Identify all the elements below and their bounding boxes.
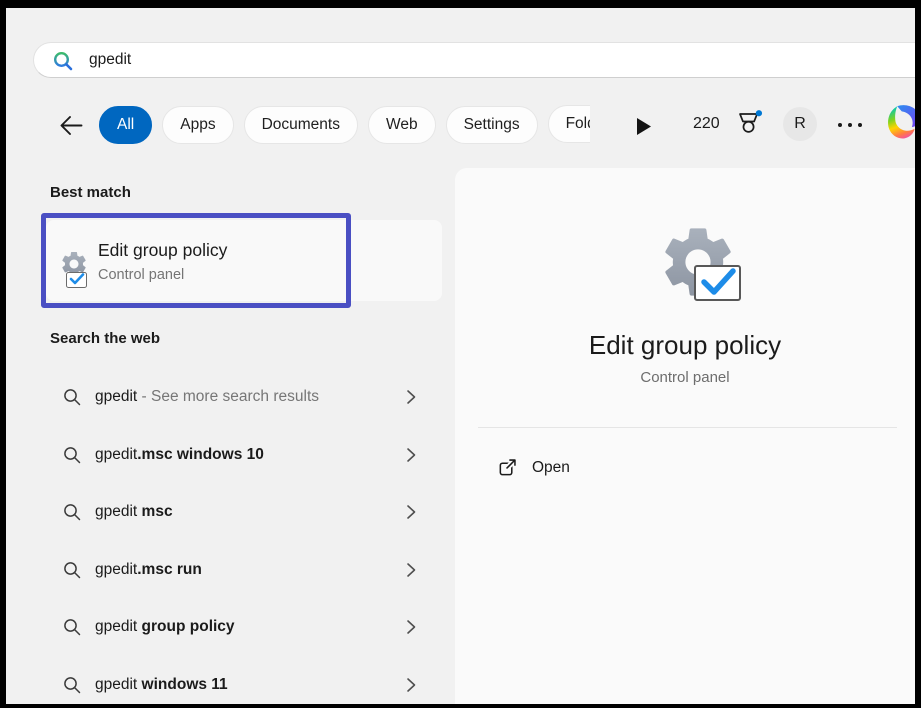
divider	[478, 427, 897, 428]
tab-all[interactable]: All	[99, 106, 152, 144]
chevron-right-icon[interactable]	[402, 388, 420, 406]
search-icon	[62, 387, 82, 407]
best-match-title: Edit group policy	[98, 240, 227, 261]
web-suggestion-row[interactable]: gpedit msc	[50, 494, 430, 530]
tab-apps[interactable]: Apps	[162, 106, 233, 144]
avatar[interactable]: R	[783, 107, 817, 141]
chevron-right-icon[interactable]	[402, 446, 420, 464]
search-icon	[62, 617, 82, 637]
preview-subtitle: Control panel	[455, 369, 915, 386]
search-icon	[62, 502, 82, 522]
tab-folders[interactable]: Folders	[548, 105, 590, 143]
suggestion-text: gpedit group policy	[95, 609, 235, 645]
copilot-icon[interactable]	[886, 104, 915, 140]
open-external-icon	[497, 457, 518, 478]
search-icon	[62, 675, 82, 695]
play-icon[interactable]	[637, 118, 651, 135]
notification-dot	[756, 110, 762, 116]
chevron-right-icon[interactable]	[402, 618, 420, 636]
chevron-right-icon[interactable]	[402, 503, 420, 521]
chevron-right-icon[interactable]	[402, 676, 420, 694]
checkbox-check-icon	[694, 265, 741, 301]
back-button[interactable]	[56, 111, 86, 141]
search-web-heading: Search the web	[50, 330, 160, 347]
preview-title: Edit group policy	[455, 330, 915, 361]
web-suggestion-row[interactable]: gpedit.msc run	[50, 552, 430, 588]
filter-tabs: All Apps Documents Web Settings Folders	[99, 105, 590, 145]
search-window: All Apps Documents Web Settings Folders …	[6, 8, 915, 704]
more-options-button[interactable]	[836, 120, 864, 130]
search-icon	[62, 445, 82, 465]
open-label: Open	[532, 450, 570, 486]
search-icon	[62, 560, 82, 580]
tab-folders-clipped: Folders	[548, 105, 590, 145]
suggestion-text: gpedit windows 11	[95, 667, 228, 703]
web-suggestion-row[interactable]: gpedit windows 11	[50, 667, 430, 703]
suggestion-text: gpedit.msc run	[95, 552, 202, 588]
web-suggestion-row[interactable]: gpedit - See more search results	[50, 379, 430, 415]
open-action[interactable]: Open	[485, 450, 705, 486]
search-input[interactable]	[89, 43, 869, 77]
arrow-left-icon	[62, 117, 82, 134]
suggestion-text: gpedit.msc windows 10	[95, 437, 264, 473]
suggestion-text: gpedit - See more search results	[95, 379, 319, 415]
search-bar[interactable]	[33, 42, 915, 78]
ellipsis-icon	[836, 120, 864, 130]
tab-web[interactable]: Web	[368, 106, 436, 144]
web-suggestion-row[interactable]: gpedit.msc windows 10	[50, 437, 430, 473]
rewards-points[interactable]: 220	[693, 115, 720, 133]
search-icon	[52, 50, 74, 72]
tab-settings[interactable]: Settings	[446, 106, 538, 144]
tab-documents[interactable]: Documents	[244, 106, 358, 144]
web-suggestion-row[interactable]: gpedit group policy	[50, 609, 430, 645]
best-match-subtitle: Control panel	[98, 267, 184, 283]
suggestion-text: gpedit msc	[95, 494, 173, 530]
best-match-heading: Best match	[50, 184, 131, 201]
best-match-item[interactable]: Edit group policy Control panel	[46, 220, 442, 301]
rewards-medal-icon[interactable]	[735, 110, 763, 140]
chevron-right-icon[interactable]	[402, 561, 420, 579]
checkbox-check-icon	[66, 272, 87, 288]
preview-panel: Edit group policy Control panel Open	[455, 168, 915, 704]
